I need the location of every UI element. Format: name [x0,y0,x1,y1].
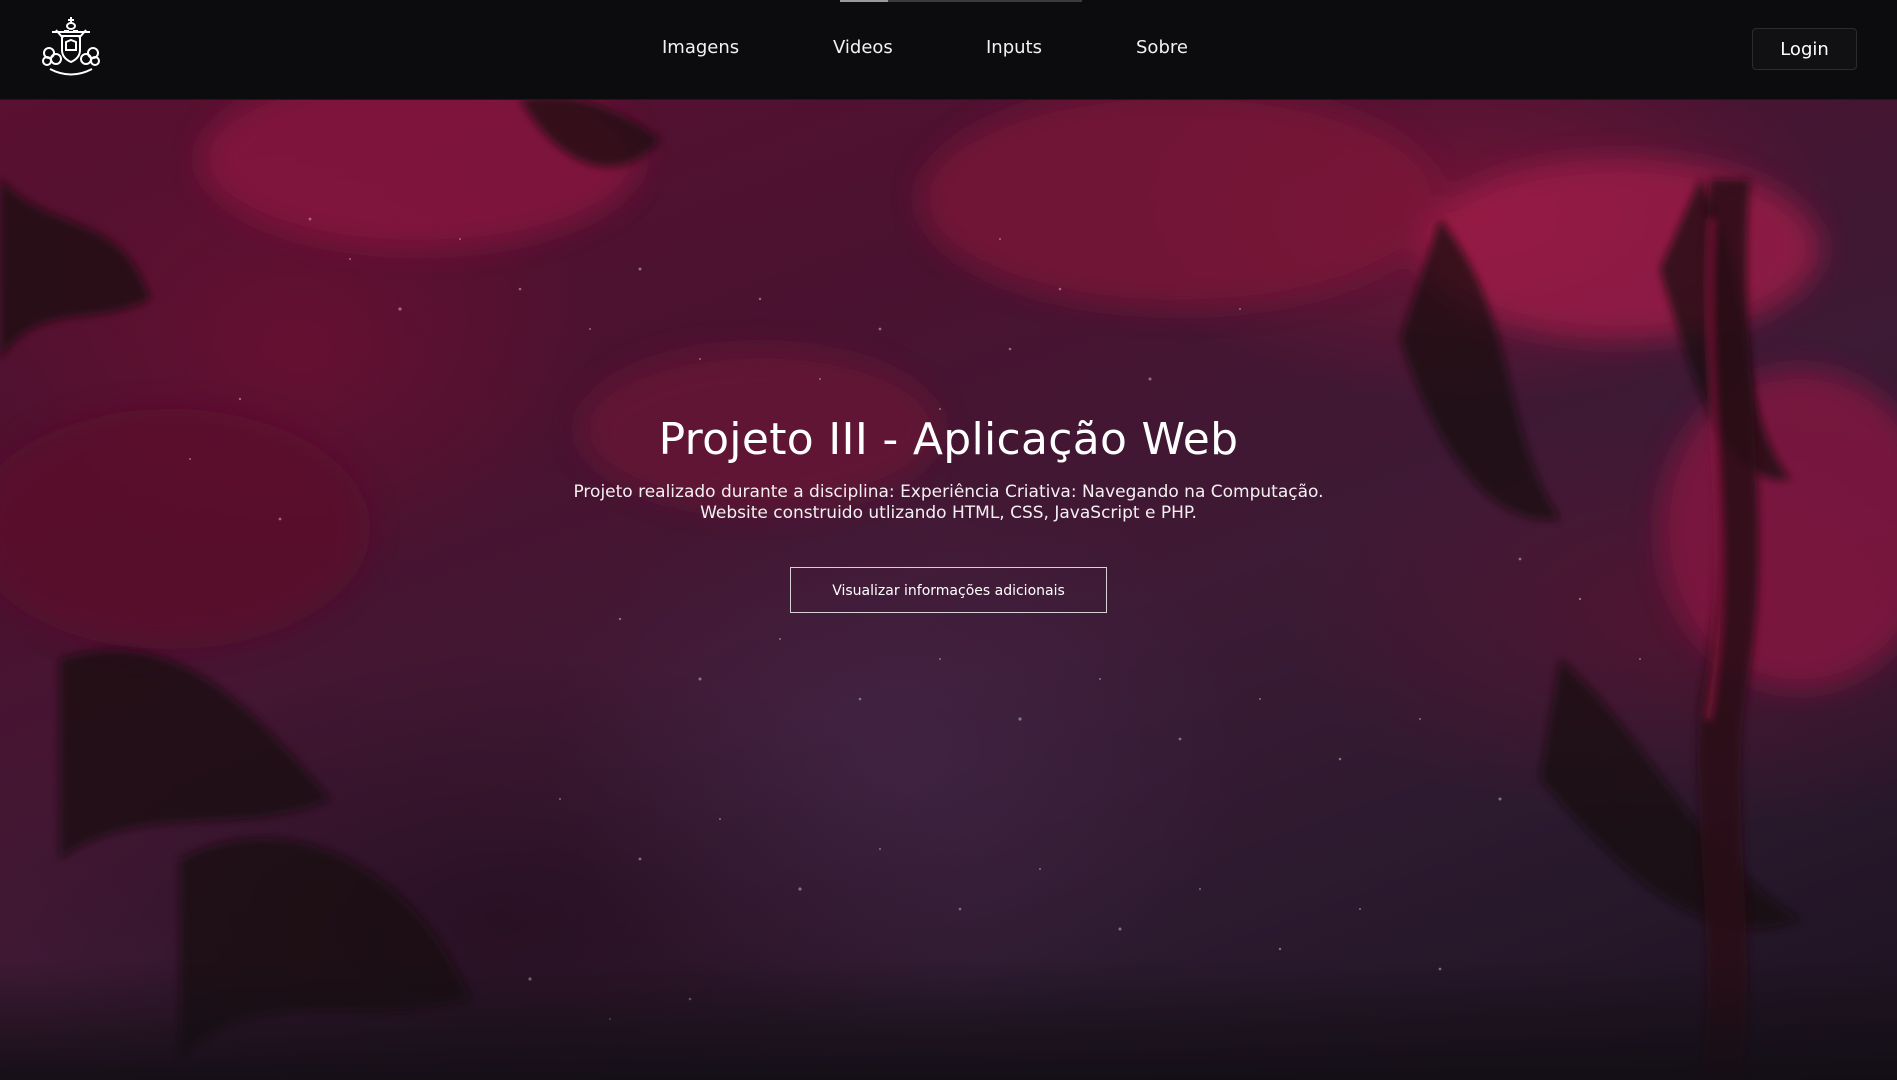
hero-description-line-2: Website construido utlizando HTML, CSS, … [700,503,1197,523]
hero-description-line-1: Projeto realizado durante a disciplina: … [573,482,1324,502]
hero-description: Projeto realizado durante a disciplina: … [0,482,1897,524]
page: Imagens Videos Inputs Sobre Login Projet… [0,0,1897,1080]
nav-link-inputs[interactable]: Inputs [986,37,1042,58]
main-navigation: Imagens Videos Inputs Sobre [0,0,1897,99]
hero-section: Projeto III - Aplicação Web Projeto real… [0,99,1897,1080]
nav-link-videos[interactable]: Videos [833,37,893,58]
login-button[interactable]: Login [1752,28,1857,70]
top-navbar: Imagens Videos Inputs Sobre Login [0,0,1897,100]
nav-link-imagens[interactable]: Imagens [662,37,739,58]
nav-link-sobre[interactable]: Sobre [1136,37,1188,58]
hero-content: Projeto III - Aplicação Web Projeto real… [0,412,1897,613]
hero-title: Projeto III - Aplicação Web [658,414,1239,465]
hero-bottom-fade [0,960,1897,1080]
view-more-info-button[interactable]: Visualizar informações adicionais [790,567,1107,613]
